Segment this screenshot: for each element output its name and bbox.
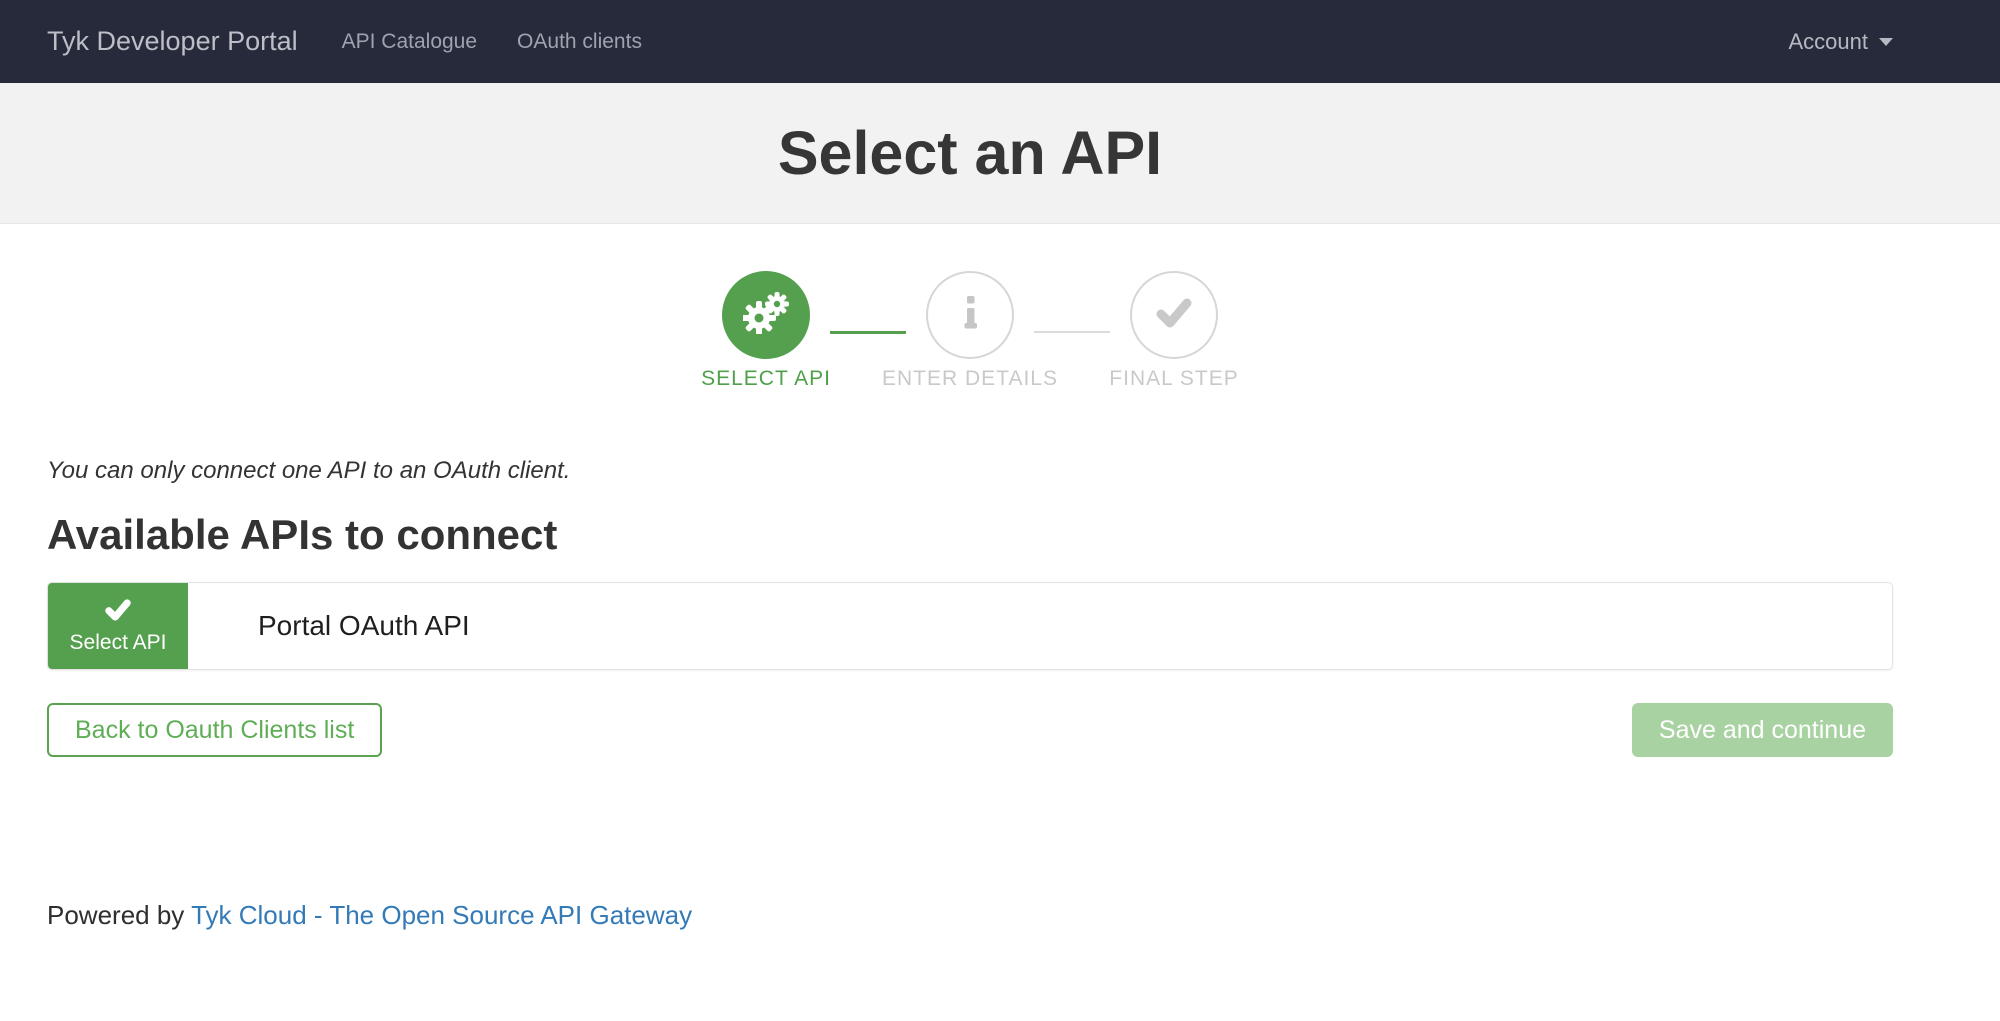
nav-item-api-catalogue[interactable]: API Catalogue xyxy=(342,30,477,54)
step-label-select-api: SELECT API xyxy=(701,367,831,391)
step-circle-pending xyxy=(1130,271,1218,359)
check-icon xyxy=(103,598,133,628)
select-api-button[interactable]: Select API xyxy=(48,583,188,669)
footer: Powered by Tyk Cloud - The Open Source A… xyxy=(47,900,2000,931)
powered-by-text: Powered by xyxy=(47,900,184,930)
info-icon xyxy=(963,296,978,334)
save-and-continue-button[interactable]: Save and continue xyxy=(1632,703,1893,757)
stepper-connector-todo xyxy=(1034,331,1110,333)
back-to-oauth-clients-button[interactable]: Back to Oauth Clients list xyxy=(47,703,382,757)
hero-banner: Select an API xyxy=(0,83,2000,224)
step-label-enter-details: ENTER DETAILS xyxy=(882,367,1058,391)
select-api-button-label: Select API xyxy=(70,631,167,655)
check-icon xyxy=(1153,295,1195,336)
navbar: Tyk Developer Portal API Catalogue OAuth… xyxy=(0,0,2000,83)
api-list-item: Select API Portal OAuth API xyxy=(47,582,1893,670)
brand-link[interactable]: Tyk Developer Portal xyxy=(47,26,298,57)
tyk-cloud-link[interactable]: Tyk Cloud - The Open Source API Gateway xyxy=(191,900,692,930)
step-circle-active xyxy=(722,271,810,359)
main-content: SELECT API ENTER DETAILS xyxy=(47,271,1893,757)
caret-down-icon xyxy=(1879,38,1893,46)
oauth-note: You can only connect one API to an OAuth… xyxy=(47,457,1893,485)
nav-item-oauth-clients[interactable]: OAuth clients xyxy=(517,30,642,54)
step-label-final-step: FINAL STEP xyxy=(1109,367,1238,391)
account-label: Account xyxy=(1789,29,1869,55)
page-title: Select an API xyxy=(778,118,1162,188)
step-final-step: FINAL STEP xyxy=(1130,271,1218,359)
wizard-stepper: SELECT API ENTER DETAILS xyxy=(47,271,1893,389)
step-enter-details: ENTER DETAILS xyxy=(926,271,1014,359)
step-circle-pending xyxy=(926,271,1014,359)
api-name: Portal OAuth API xyxy=(188,583,470,669)
step-select-api: SELECT API xyxy=(722,271,810,359)
stepper-connector-done xyxy=(830,331,906,334)
available-apis-heading: Available APIs to connect xyxy=(47,511,1893,559)
account-dropdown[interactable]: Account xyxy=(1789,29,1894,55)
actions-row: Back to Oauth Clients list Save and cont… xyxy=(47,703,1893,757)
cogs-icon xyxy=(743,292,789,339)
